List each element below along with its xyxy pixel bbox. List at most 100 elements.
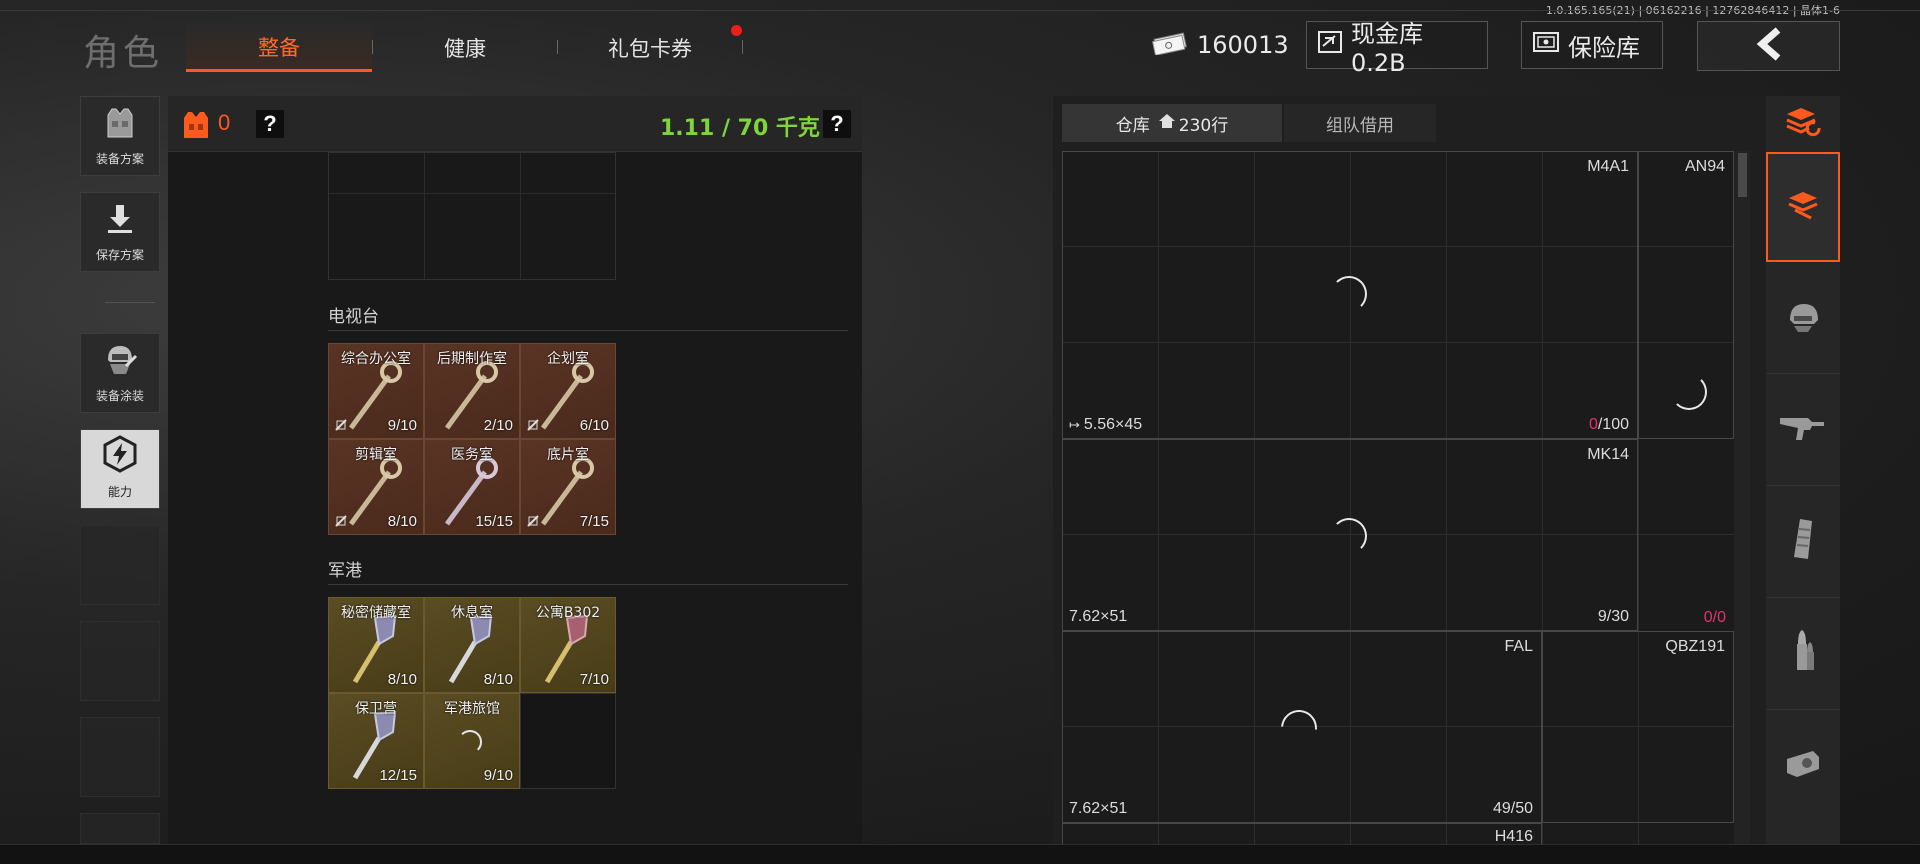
extra-current: 0: [1703, 609, 1713, 626]
warehouse-scrollbar[interactable]: [1734, 151, 1750, 844]
key-item[interactable]: 公寓B302 7/10: [520, 597, 616, 693]
item-caliber: 7.62×51: [1069, 800, 1128, 817]
left-menu-divider: [105, 302, 155, 303]
ability-button[interactable]: 能力: [80, 429, 160, 509]
tab-health[interactable]: 健康: [375, 24, 555, 72]
key-name: 企划室: [547, 351, 589, 367]
key-item[interactable]: 保卫营 12/15: [328, 693, 424, 789]
category-helmet[interactable]: [1766, 266, 1840, 374]
equipment-paint-button[interactable]: 装备涂装: [80, 333, 160, 413]
section-divider: [328, 584, 848, 585]
tab-team-borrow[interactable]: 组队借用: [1284, 104, 1436, 142]
key-item[interactable]: 企划室 6/10: [520, 343, 616, 439]
warehouse-item-m4a1[interactable]: M4A1 ↦ 5.56×45 0/100: [1062, 151, 1638, 439]
download-icon: [102, 201, 138, 242]
warehouse-item-an94[interactable]: AN94: [1638, 151, 1734, 439]
key-name: 后期制作室: [437, 351, 507, 367]
armor-count: 0: [218, 110, 231, 135]
warehouse-tab-label: 仓库: [1115, 115, 1150, 136]
section-divider: [328, 330, 848, 331]
key-name: 底片室: [547, 447, 589, 463]
category-ammo[interactable]: [1766, 598, 1840, 710]
key-count: 8/10: [387, 513, 417, 530]
back-button[interactable]: [1697, 21, 1840, 71]
key-name: 军港旅馆: [444, 701, 500, 717]
item-name: QBZ191: [1665, 638, 1725, 655]
page-title: 角色: [83, 33, 164, 74]
scrollbar-thumb[interactable]: [1738, 153, 1747, 197]
warehouse-item-fal[interactable]: FAL 7.62×51 49/50: [1062, 631, 1542, 823]
all-items-icon: [1784, 106, 1822, 143]
category-scope[interactable]: [1766, 710, 1840, 822]
key-count: 9/10: [483, 767, 513, 784]
key-item[interactable]: 剪辑室 8/10: [328, 439, 424, 535]
key-count: 2/10: [483, 417, 513, 434]
tab-equipment[interactable]: 整备: [186, 24, 372, 72]
key-name: 剪辑室: [355, 447, 397, 463]
key-name: 休息室: [451, 605, 493, 621]
helmet-icon: [1784, 300, 1822, 339]
rifle-icon: [1778, 412, 1828, 447]
warehouse-item-h416[interactable]: H416: [1062, 823, 1542, 845]
safe-button[interactable]: 保险库: [1521, 21, 1663, 69]
tab-warehouse[interactable]: 仓库 230行: [1062, 104, 1282, 142]
armor-help-button[interactable]: ?: [256, 110, 284, 138]
vest-icon: [102, 105, 138, 146]
key-item[interactable]: 秘密储藏室 8/10: [328, 597, 424, 693]
category-magazine[interactable]: [1766, 486, 1840, 598]
ability-label: 能力: [107, 485, 132, 499]
loading-spinner: [458, 730, 482, 754]
top-divider: [0, 10, 1920, 11]
item-name: FAL: [1504, 638, 1533, 655]
key-count: 7/10: [579, 671, 609, 688]
cash-vault-button[interactable]: 现金库 0.2B: [1306, 20, 1488, 77]
empty-key-slot: [520, 693, 616, 789]
loading-spinner: [1671, 374, 1707, 410]
key-count: 8/10: [387, 671, 417, 688]
warehouse-row-count: 230行: [1178, 115, 1229, 136]
no-tag-icon: [527, 419, 539, 431]
section-title: 电视台: [328, 307, 379, 327]
loading-spinner: [1331, 276, 1367, 312]
no-tag-icon: [335, 515, 347, 527]
empty-slot: [80, 717, 160, 797]
equipment-header: 0 ? 1.11 / 70 千克 ?: [168, 96, 862, 152]
warehouse-item-mk14[interactable]: MK14 7.62×51 9/30: [1062, 439, 1638, 631]
ammo-load-icon: ↦: [1069, 417, 1080, 432]
category-stack[interactable]: [1766, 152, 1840, 262]
currency-value: 160013: [1197, 31, 1289, 59]
key-item[interactable]: 医务室 15/15: [424, 439, 520, 535]
bullet-icon: [1788, 628, 1818, 679]
tab-separator: [557, 40, 558, 54]
save-plan-button[interactable]: 保存方案: [80, 192, 160, 272]
section-title: 军港: [328, 561, 362, 581]
item-name: M4A1: [1587, 158, 1629, 175]
magazine-icon: [1790, 517, 1816, 566]
weight-help-button[interactable]: ?: [823, 110, 851, 138]
key-name: 公寓B302: [535, 605, 601, 621]
armor-icon: [182, 110, 210, 145]
ammo-max: /100: [1597, 416, 1629, 433]
no-tag-icon: [527, 515, 539, 527]
equipment-plan-button[interactable]: 装备方案: [80, 96, 160, 176]
empty-slot: [80, 813, 160, 844]
key-name: 保卫营: [355, 701, 397, 717]
key-item[interactable]: 底片室 7/15: [520, 439, 616, 535]
stack-icon: [1786, 188, 1820, 227]
tab-gift-vouchers[interactable]: 礼包卡券: [560, 24, 740, 72]
key-item[interactable]: 后期制作室 2/10: [424, 343, 520, 439]
item-ammo: 49/50: [1492, 800, 1533, 817]
key-item[interactable]: 休息室 8/10: [424, 597, 520, 693]
currency-display: 160013: [1140, 21, 1289, 69]
category-rifle[interactable]: [1766, 374, 1840, 486]
weight-display: 1.11 / 70 千克: [660, 116, 820, 141]
warehouse-item-qbz191[interactable]: QBZ191: [1542, 631, 1734, 823]
category-all[interactable]: [1766, 96, 1840, 152]
key-name: 医务室: [451, 447, 493, 463]
back-arrow-icon: [1754, 26, 1784, 66]
home-icon: [1158, 113, 1176, 134]
key-item[interactable]: 综合办公室 9/10: [328, 343, 424, 439]
caliber-text: 5.56×45: [1083, 416, 1143, 433]
equipment-plan-label: 装备方案: [95, 152, 144, 166]
key-item[interactable]: 军港旅馆 9/10: [424, 693, 520, 789]
